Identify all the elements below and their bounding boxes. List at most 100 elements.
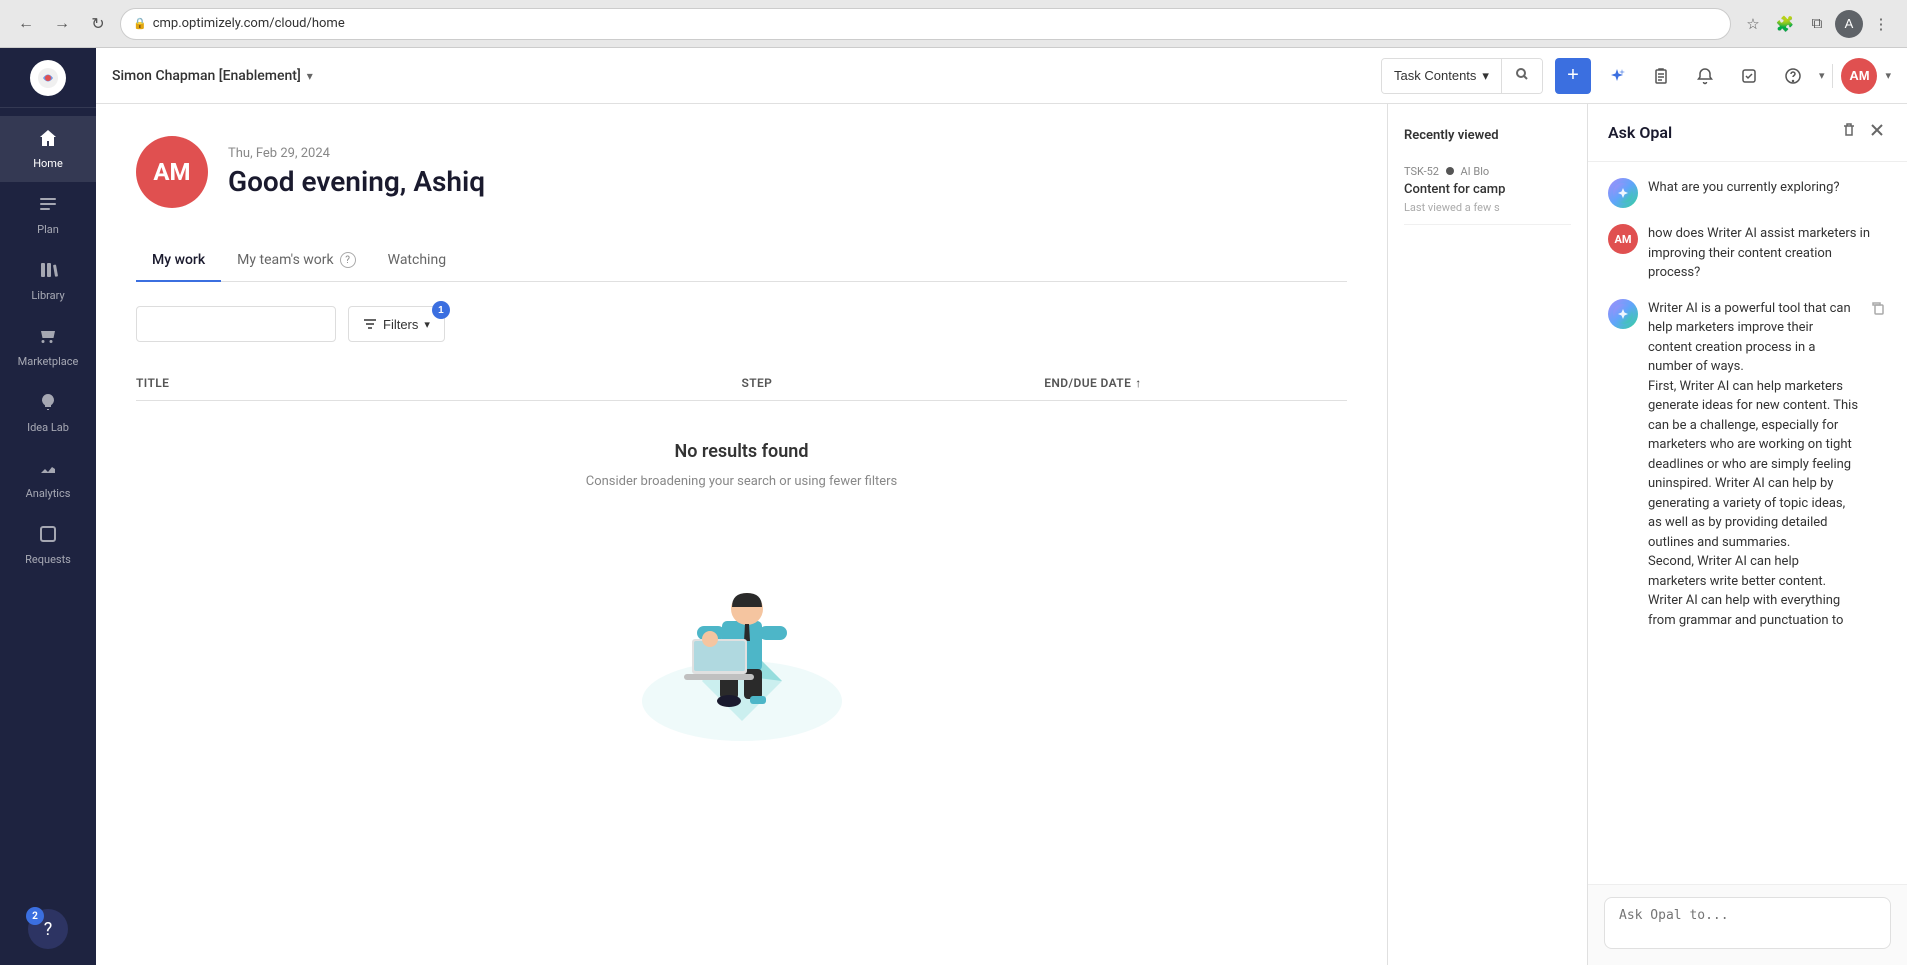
split-view-button[interactable]: ⧉ [1803,10,1831,38]
sidebar-item-library[interactable]: Library [0,248,96,314]
opal-trash-button[interactable] [1839,120,1859,145]
browser-profile-button[interactable]: A [1835,10,1863,38]
url-text: cmp.optimizely.com/cloud/home [153,16,345,31]
workspace-selector[interactable]: Simon Chapman [Enablement] ▾ [112,68,313,84]
filters-button[interactable]: Filters ▾ 1 [348,306,445,342]
opal-messages: What are you currently exploring? AM how… [1588,162,1907,884]
rv-item-title: Content for camp [1404,182,1571,197]
address-bar[interactable]: 🔒 cmp.optimizely.com/cloud/home [120,8,1731,40]
ask-opal-panel: Ask Opal [1587,104,1907,965]
empty-illustration [602,521,882,761]
clipboard-button[interactable] [1643,58,1679,94]
work-search-container [136,306,336,342]
search-type-button[interactable]: Task Contents ▾ [1382,59,1502,93]
opal-message-3: Writer AI is a powerful tool that can he… [1608,299,1887,631]
opal-message-2: AM how does Writer AI assist marketers i… [1608,224,1887,283]
work-controls: Filters ▾ 1 [136,306,1347,342]
app-container: Home Plan [0,48,1907,965]
search-type-label: Task Contents [1394,68,1476,83]
sidebar-logo[interactable] [0,48,96,108]
empty-state: No results found Consider broadening you… [136,401,1347,761]
sidebar-item-home[interactable]: Home [0,116,96,182]
filters-label: Filters [383,317,418,332]
help-badge-count: 2 [26,907,44,925]
tab-my-teams-work-label: My team's work [237,252,333,268]
search-button[interactable] [1502,59,1542,93]
user-avatar-button[interactable]: AM [1841,58,1877,94]
column-title: Title [136,376,742,390]
help-button[interactable] [1775,58,1811,94]
recently-viewed-item[interactable]: TSK-52 AI Blo Content for camp Last view… [1404,155,1571,225]
filter-count-badge: 1 [432,301,450,319]
sidebar-item-marketplace[interactable]: Marketplace [0,314,96,380]
topbar-actions: + [1555,58,1891,94]
opal-message-3-content: Writer AI is a powerful tool that can he… [1648,299,1859,631]
refresh-button[interactable]: ↻ [84,10,112,38]
filter-icon [363,317,377,331]
opal-message-1: What are you currently exploring? [1608,178,1887,208]
task-button[interactable] [1731,58,1767,94]
page-content: AM Thu, Feb 29, 2024 Good evening, Ashiq… [96,104,1907,965]
sort-arrow-icon[interactable]: ↑ [1135,376,1141,390]
opal-user-avatar: AM [1608,224,1638,254]
empty-title: No results found [675,441,809,462]
sidebar-item-analytics-label: Analytics [26,487,71,500]
sidebar-nav: Home Plan [0,108,96,909]
work-search-input[interactable] [147,317,323,332]
opal-message-1-content: What are you currently exploring? [1648,178,1887,198]
search-type-chevron-icon: ▾ [1482,68,1489,84]
avatar-chevron-icon[interactable]: ▾ [1885,69,1891,82]
copy-button[interactable] [1869,299,1887,320]
main-content: Simon Chapman [Enablement] ▾ Task Conten… [96,48,1907,965]
column-date: End/Due Date ↑ [1044,376,1347,390]
workspace-name: Simon Chapman [Enablement] [112,68,301,84]
sidebar-item-idea-lab[interactable]: Idea Lab [0,380,96,446]
sidebar-item-home-label: Home [33,157,63,170]
forward-button[interactable]: → [48,10,76,38]
rv-item-dot [1446,167,1454,175]
notifications-button[interactable] [1687,58,1723,94]
opal-title: Ask Opal [1608,123,1672,142]
filters-chevron-icon: ▾ [424,318,430,331]
marketplace-icon [38,326,58,351]
menu-button[interactable]: ⋮ [1867,10,1895,38]
sidebar-item-plan[interactable]: Plan [0,182,96,248]
opal-message-2-content: how does Writer AI assist marketers in i… [1648,224,1887,283]
ai-assist-button[interactable] [1599,58,1635,94]
recently-viewed-panel: Recently viewed TSK-52 AI Blo Content fo… [1387,104,1587,965]
opal-ai-avatar [1608,178,1638,208]
user-info: Thu, Feb 29, 2024 Good evening, Ashiq [228,146,485,198]
tab-watching[interactable]: Watching [372,240,462,282]
tab-help-icon: ? [340,252,356,268]
opal-ai-avatar-2 [1608,299,1638,329]
opal-input-area [1588,884,1907,965]
bookmark-button[interactable]: ☆ [1739,10,1767,38]
main-area: AM Thu, Feb 29, 2024 Good evening, Ashiq… [96,104,1387,965]
sidebar-item-analytics[interactable]: Analytics [0,446,96,512]
sidebar-item-requests[interactable]: Requests [0,512,96,578]
add-button[interactable]: + [1555,58,1591,94]
column-step: Step [742,376,1045,390]
opal-input[interactable] [1604,897,1891,949]
rv-item-id: TSK-52 AI Blo [1404,165,1571,178]
idea-lab-icon [38,392,58,417]
sidebar-item-library-label: Library [31,289,64,302]
requests-icon [38,524,58,549]
extensions-button[interactable]: 🧩 [1771,10,1799,38]
workspace-chevron-icon: ▾ [307,69,313,83]
table-header: Title Step End/Due Date ↑ [136,366,1347,401]
search-container: Task Contents ▾ [1381,58,1543,94]
help-badge[interactable]: ? 2 [28,909,68,949]
security-icon: 🔒 [133,17,147,30]
greeting-text: Good evening, Ashiq [228,165,485,198]
topbar: Simon Chapman [Enablement] ▾ Task Conten… [96,48,1907,104]
tab-my-work[interactable]: My work [136,240,221,282]
opal-header: Ask Opal [1588,104,1907,162]
tab-my-teams-work[interactable]: My team's work ? [221,240,371,282]
opal-close-button[interactable] [1867,120,1887,145]
back-button[interactable]: ← [12,10,40,38]
divider [1832,64,1833,88]
sidebar-item-idea-lab-label: Idea Lab [27,421,69,434]
current-date: Thu, Feb 29, 2024 [228,146,485,161]
home-icon [38,128,58,153]
